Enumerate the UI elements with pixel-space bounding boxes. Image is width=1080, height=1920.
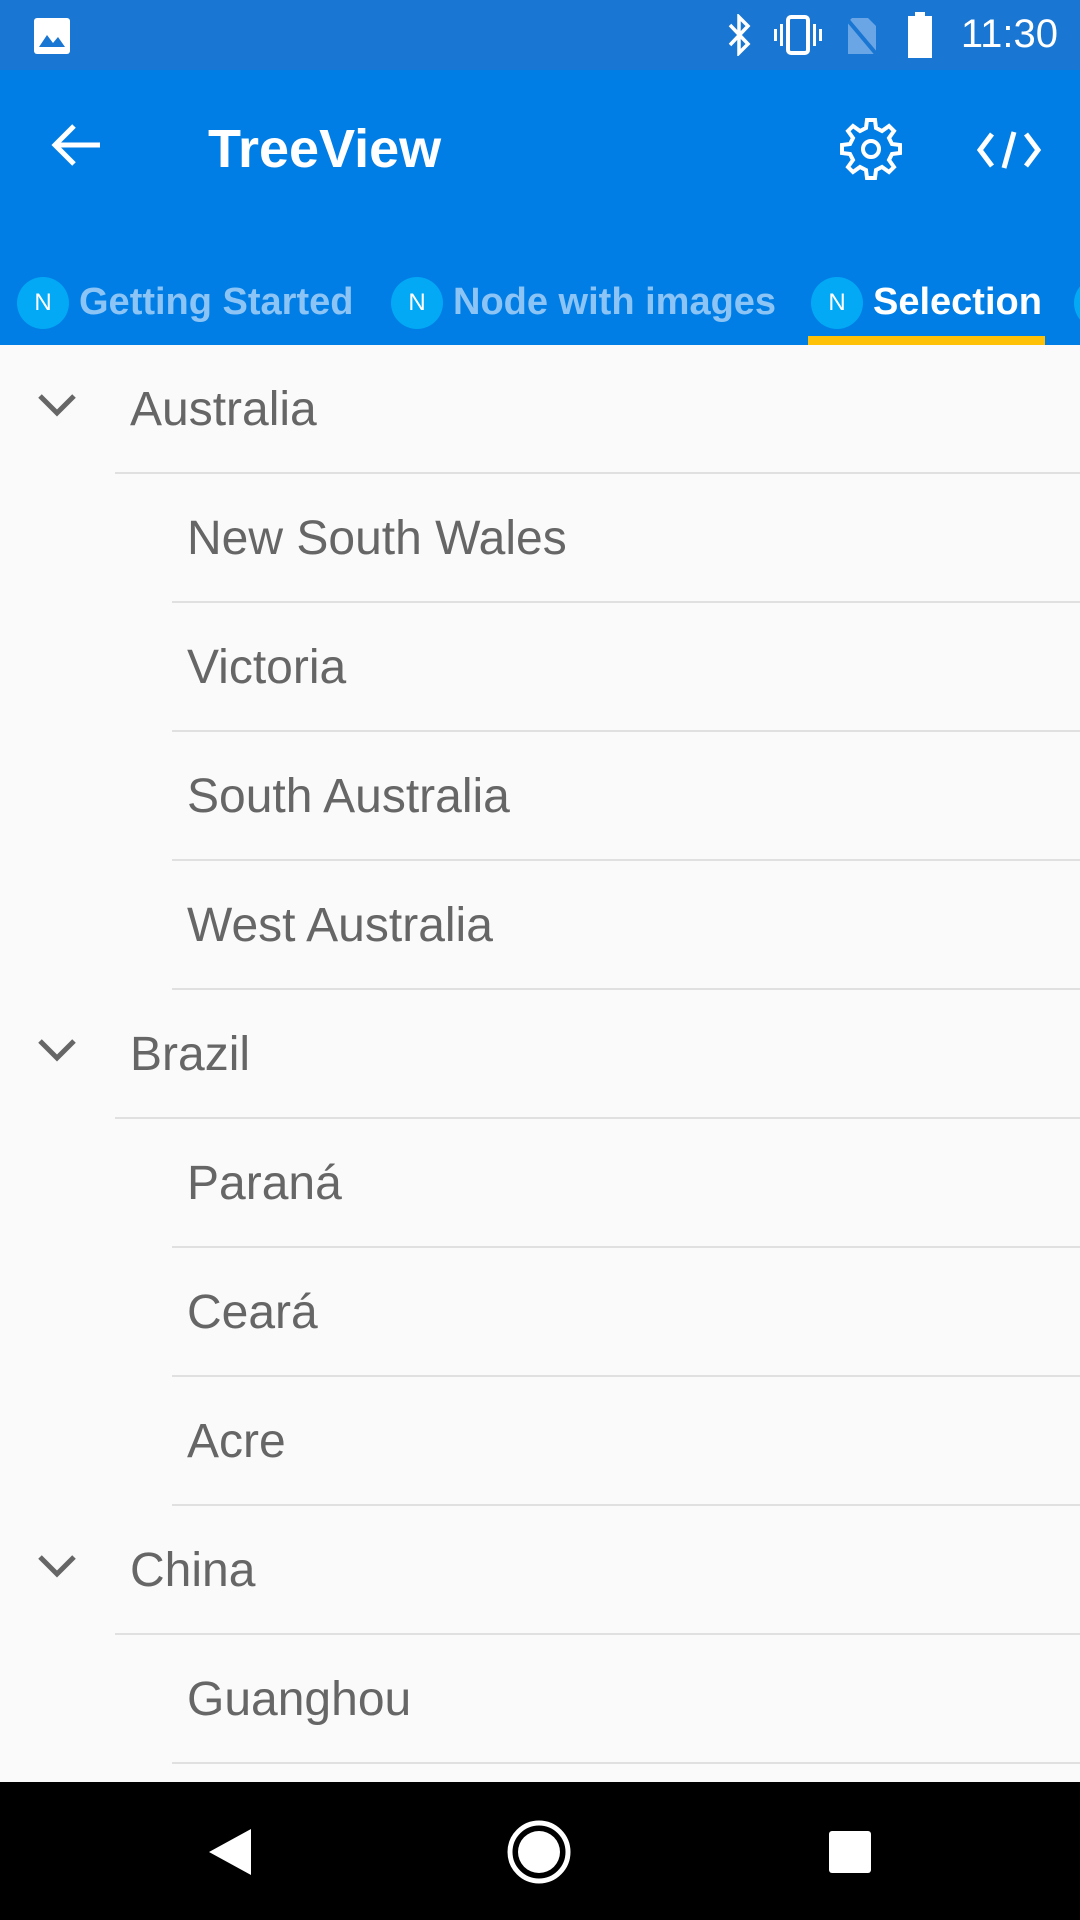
tree-node-parent[interactable]: Brazil xyxy=(0,990,1080,1119)
tree-node-label: Brazil xyxy=(130,1028,251,1081)
tree-node-child[interactable]: Paraná xyxy=(0,1119,1080,1248)
tab-node-with-images[interactable]: N Node with images xyxy=(391,260,776,345)
chevron-down-icon[interactable] xyxy=(36,1036,78,1064)
image-icon xyxy=(34,18,70,54)
tab-bar: N Getting Started N Node with images N S… xyxy=(0,260,1080,345)
tree-node-child[interactable]: New South Wales xyxy=(0,474,1080,603)
divider xyxy=(172,1762,1080,1764)
tree-node-child[interactable]: West Australia xyxy=(0,861,1080,990)
tree-node-label: Paraná xyxy=(187,1157,342,1210)
tab-label: Node with images xyxy=(453,281,777,323)
recents-nav-icon[interactable] xyxy=(829,1831,871,1873)
tab-label: Getting Started xyxy=(79,281,354,323)
tree-node-label: Guanghou xyxy=(187,1673,412,1726)
tree-node-child[interactable]: Acre xyxy=(0,1377,1080,1506)
chevron-down-icon[interactable] xyxy=(36,391,78,419)
no-sim-icon xyxy=(844,16,880,56)
navigation-bar xyxy=(0,1782,1080,1920)
tree-node-child[interactable]: Victoria xyxy=(0,603,1080,732)
tree-view: Australia New South Wales Victoria South Au… xyxy=(0,345,1080,1764)
tree-node-label: West Australia xyxy=(187,899,493,952)
status-bar: 11:30 xyxy=(0,0,1080,70)
tree-node-label: Acre xyxy=(187,1415,286,1468)
tree-node-label: China xyxy=(130,1544,256,1597)
vibrate-icon xyxy=(774,15,822,55)
battery-icon xyxy=(908,12,932,58)
tab-badge: N xyxy=(811,276,863,329)
tab-selection[interactable]: N Selection xyxy=(811,260,1042,345)
tree-node-label: South Australia xyxy=(187,770,510,823)
tab-getting-started[interactable]: N Getting Started xyxy=(17,260,353,345)
bluetooth-icon xyxy=(728,14,751,56)
tree-node-child[interactable]: South Australia xyxy=(0,732,1080,861)
tree-node-label: Victoria xyxy=(187,641,347,694)
code-icon[interactable] xyxy=(976,128,1042,172)
back-nav-icon[interactable] xyxy=(205,1827,255,1877)
tree-node-parent[interactable]: China xyxy=(0,1506,1080,1635)
home-nav-icon[interactable] xyxy=(506,1819,572,1885)
tab-indicator xyxy=(808,336,1045,345)
status-time: 11:30 xyxy=(960,12,1058,56)
page-title: TreeView xyxy=(208,119,442,179)
tree-node-label: Australia xyxy=(130,383,317,436)
tree-node-child[interactable]: Ceará xyxy=(0,1248,1080,1377)
arrow-left-icon[interactable] xyxy=(50,120,110,170)
tab-label: Selection xyxy=(873,281,1042,323)
app-bar: TreeView N Getting Started N Node with i… xyxy=(0,70,1080,345)
tree-node-parent[interactable]: Australia xyxy=(0,345,1080,474)
tree-node-label: New South Wales xyxy=(187,512,567,565)
tree-node-label: Ceará xyxy=(187,1286,318,1339)
chevron-down-icon[interactable] xyxy=(36,1552,78,1580)
tab-next-partial[interactable] xyxy=(1074,260,1080,345)
tab-badge: N xyxy=(17,276,69,329)
gear-icon[interactable] xyxy=(838,116,904,182)
tab-badge: N xyxy=(391,276,443,329)
tree-node-child[interactable]: Guanghou xyxy=(0,1635,1080,1764)
